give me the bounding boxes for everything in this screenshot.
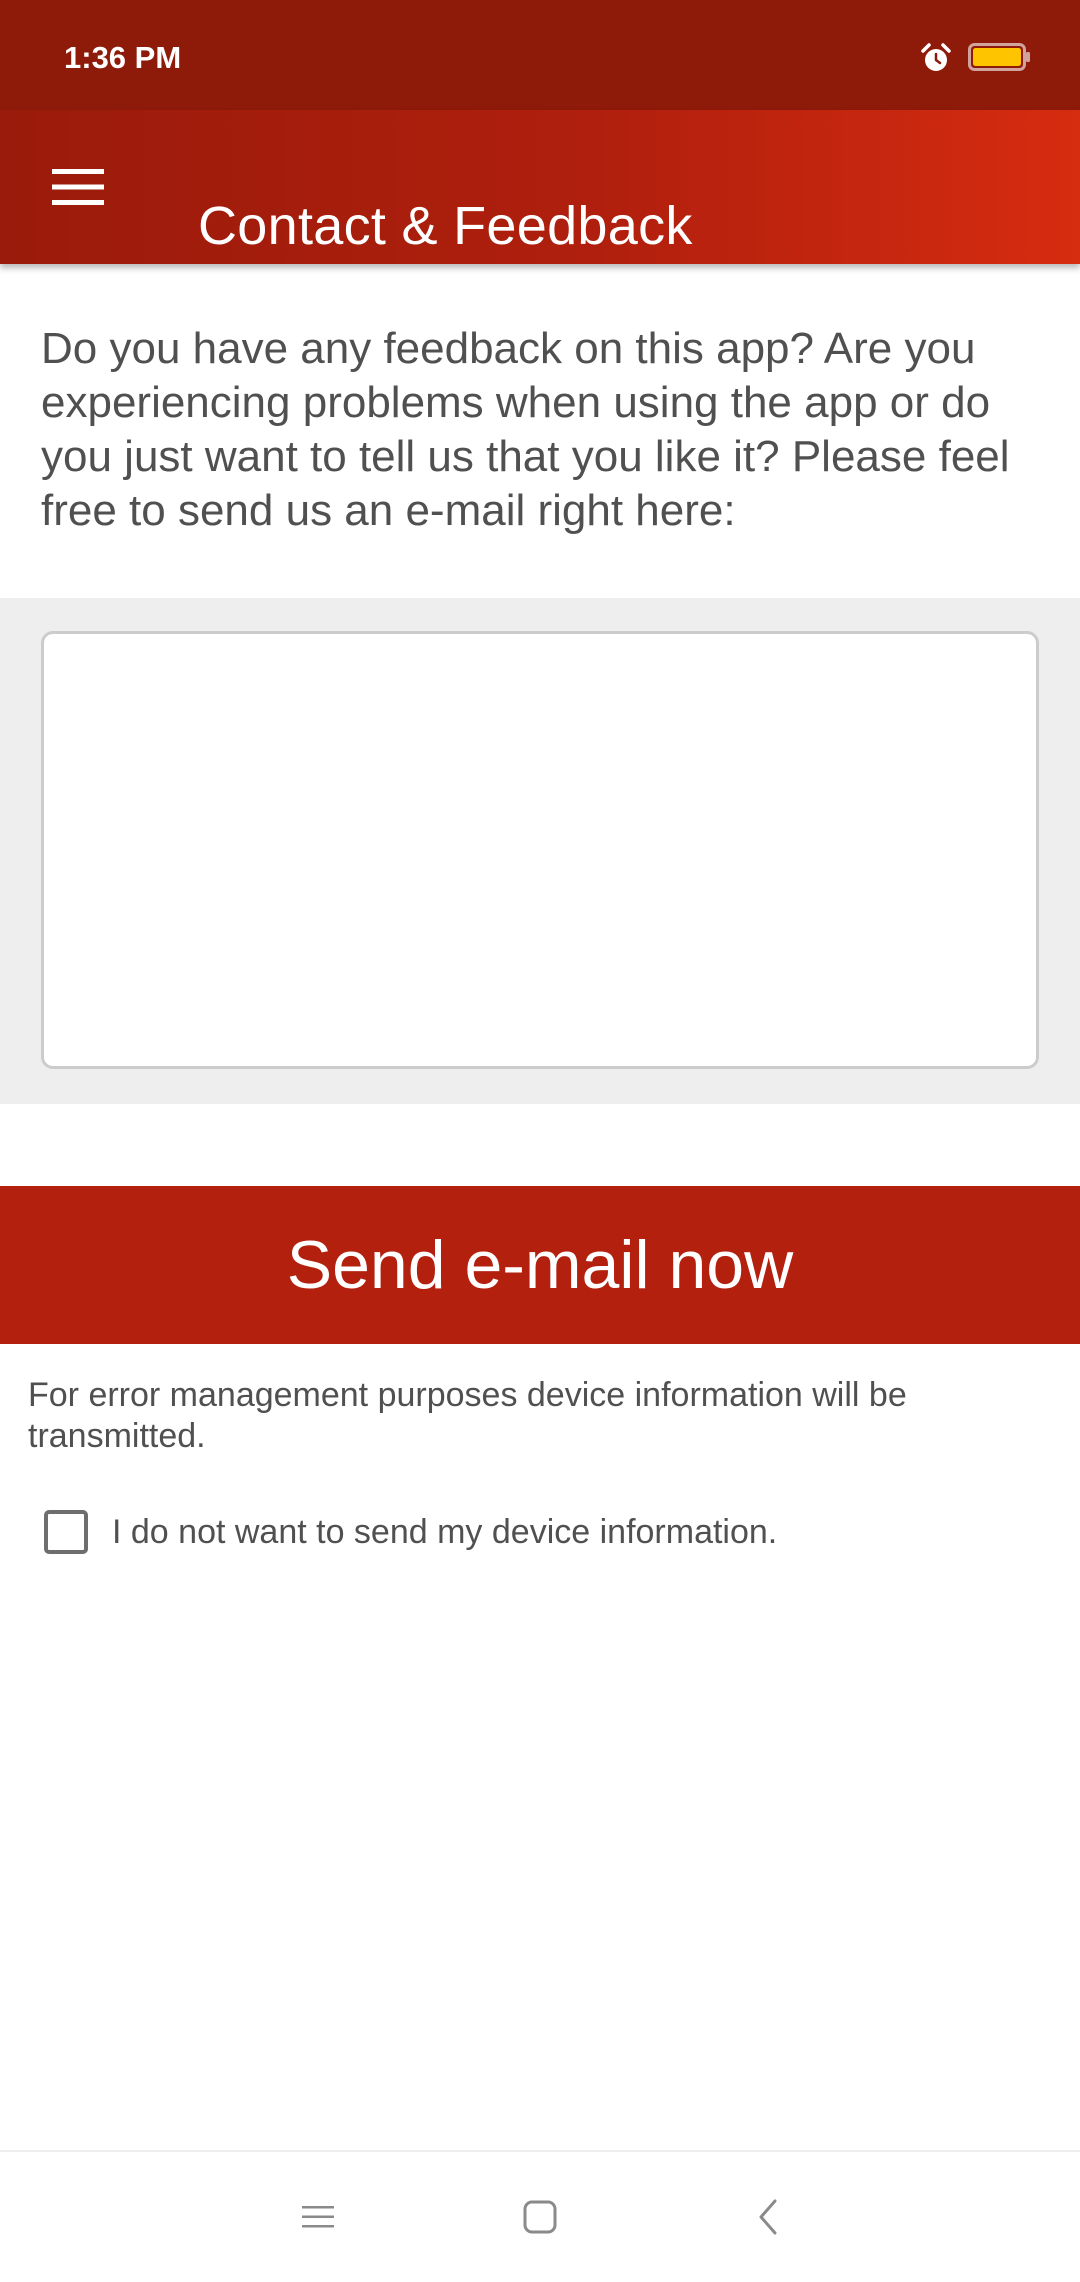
menu-button[interactable] bbox=[30, 147, 126, 227]
device-info-notice: For error management purposes device inf… bbox=[28, 1376, 907, 1455]
status-time: 1:36 PM bbox=[64, 40, 182, 75]
back-button[interactable] bbox=[728, 2182, 808, 2252]
status-bar: 1:36 PM bbox=[0, 0, 1080, 110]
message-area bbox=[0, 598, 1080, 1104]
device-info-checkbox[interactable] bbox=[44, 1510, 88, 1554]
back-icon bbox=[759, 2199, 777, 2235]
home-icon bbox=[523, 2200, 557, 2234]
app-bar: Contact & Feedback bbox=[0, 110, 1080, 264]
feedback-intro-text: Do you have any feedback on this app? Ar… bbox=[41, 324, 1010, 535]
device-info-opt-out[interactable]: I do not want to send my device informat… bbox=[44, 1502, 1044, 1562]
recent-apps-icon bbox=[302, 2206, 334, 2228]
home-button[interactable] bbox=[500, 2182, 580, 2252]
feedback-message-input[interactable] bbox=[41, 631, 1039, 1069]
recent-apps-button[interactable] bbox=[278, 2182, 358, 2252]
system-navigation-bar bbox=[0, 2150, 1080, 2282]
hamburger-menu-icon bbox=[52, 169, 104, 205]
send-email-button[interactable]: Send e-mail now bbox=[0, 1186, 1080, 1344]
page-title: Contact & Feedback bbox=[198, 196, 693, 257]
battery-icon bbox=[968, 42, 1032, 72]
device-info-checkbox-label[interactable]: I do not want to send my device informat… bbox=[112, 1510, 777, 1554]
alarm-icon bbox=[920, 42, 952, 74]
